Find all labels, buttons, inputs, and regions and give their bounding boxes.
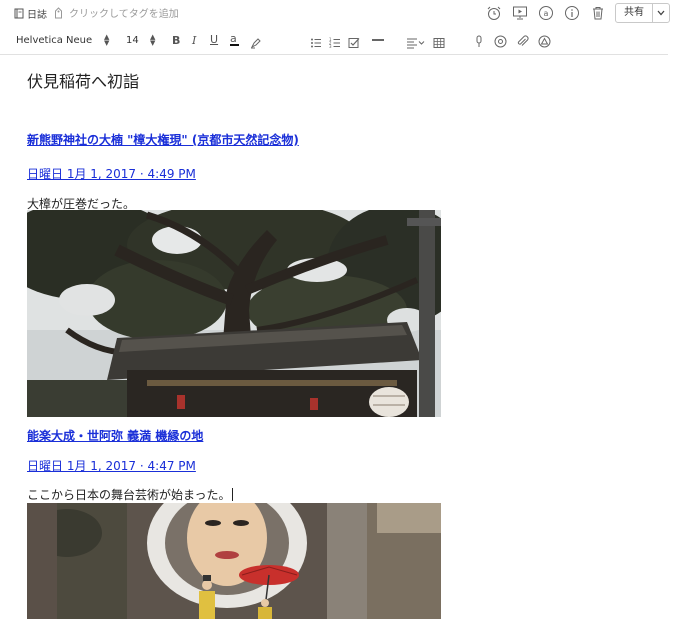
horizontal-rule-icon[interactable] [372,39,384,41]
entry-date-2[interactable]: 日曜日 1月 1, 2017 · 4:47 PM [27,457,196,474]
font-family-stepper-icon[interactable]: ▲ ▼ [104,34,109,47]
attachment-icon[interactable] [516,33,529,52]
format-toolbar: Helvetica Neue ▲ ▼ 14 ▲ ▼ B I U a 123 [0,30,668,55]
checklist-icon[interactable] [348,34,360,53]
tag-input[interactable]: クリックしてタグを追加 [54,5,179,20]
entry-link-1[interactable]: 新熊野神社の大楠 "樟大権現" (京都市天然記念物) [27,131,299,148]
text-color-icon[interactable]: a [230,32,239,46]
notebook-name: 日誌 [27,10,47,21]
bulleted-list-icon[interactable] [310,34,322,53]
underline-icon[interactable]: U [210,33,218,46]
entry-body-2-text: ここから日本の舞台芸術が始まった。 [27,488,231,502]
at-sign-icon[interactable]: a [537,4,555,22]
font-size-select[interactable]: 14 [126,35,139,46]
camera-icon[interactable] [494,33,507,52]
tag-placeholder: クリックしてタグを追加 [69,9,179,20]
entry-date-1[interactable]: 日曜日 1月 1, 2017 · 4:49 PM [27,165,196,182]
text-cursor [231,488,233,501]
share-button[interactable]: 共有 [615,3,670,23]
trash-icon[interactable] [589,4,607,22]
notebook-icon [14,8,24,19]
camphor-tree-photo [27,210,441,417]
svg-text:3: 3 [329,44,332,49]
entry-link-2[interactable]: 能楽大成・世阿弥 義満 機縁の地 [27,427,203,444]
svg-text:a: a [544,9,549,18]
italic-icon[interactable]: I [192,34,196,47]
font-family-select[interactable]: Helvetica Neue [16,35,92,46]
numbered-list-icon[interactable]: 123 [329,34,341,53]
chevron-down-icon[interactable] [653,4,669,22]
microphone-icon[interactable] [474,33,484,52]
note-toolbar: 日誌 クリックしてタグを追加 a 共有 [0,0,680,26]
noh-mask-signboard-photo [27,503,441,619]
reminder-alarm-icon[interactable] [485,4,503,22]
note-title[interactable]: 伏見稲荷へ初詣 [27,68,139,92]
table-icon[interactable] [433,34,445,53]
alignment-icon[interactable] [406,34,426,53]
highlighter-icon[interactable] [250,34,262,53]
tag-icon [55,6,62,18]
font-size-stepper-icon[interactable]: ▲ ▼ [150,34,155,47]
presentation-icon[interactable] [511,4,529,22]
bold-icon[interactable]: B [172,34,180,47]
sketch-icon[interactable] [538,33,551,52]
info-icon[interactable] [563,4,581,22]
notebook-selector[interactable]: 日誌 [14,6,47,21]
entry-body-2[interactable]: ここから日本の舞台芸術が始まった。 [27,486,233,503]
share-label: 共有 [616,4,653,22]
